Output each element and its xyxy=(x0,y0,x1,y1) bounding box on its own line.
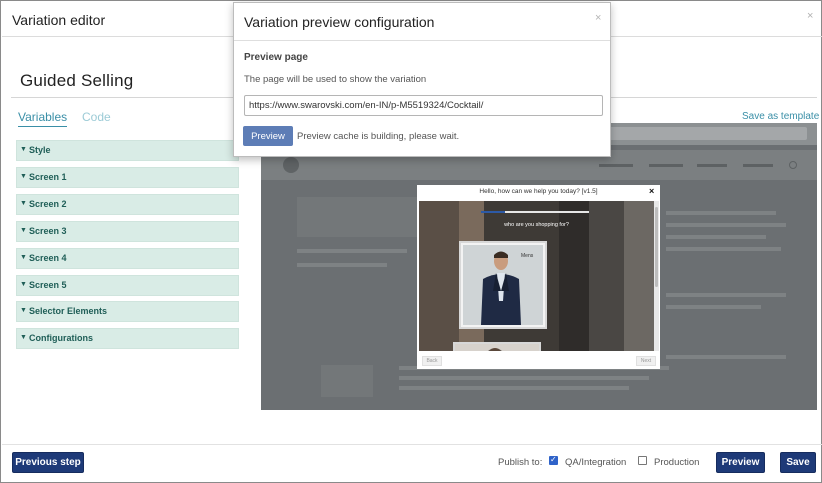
accordion-label: Screen 2 xyxy=(29,199,67,209)
popup-next-button[interactable]: Next xyxy=(636,356,656,366)
accordion-label: Selector Elements xyxy=(29,306,108,316)
guided-selling-popup: Hello, how can we help you today? [v1.5]… xyxy=(417,185,660,369)
popup-footer xyxy=(417,351,660,369)
preview-url-input[interactable] xyxy=(244,95,603,116)
tab-code[interactable]: Code xyxy=(82,110,111,124)
save-as-template-link[interactable]: Save as template xyxy=(742,111,819,122)
option-card-second[interactable] xyxy=(453,342,541,351)
chevron-down-icon: ▼ xyxy=(20,307,27,314)
chevron-down-icon: ▼ xyxy=(20,173,27,180)
chevron-down-icon: ▼ xyxy=(20,281,27,288)
accordion-label: Style xyxy=(29,145,51,155)
accordion-label: Screen 3 xyxy=(29,226,67,236)
accordion-screen-4[interactable]: ▼ Screen 4 xyxy=(16,248,239,269)
variation-editor-window: Variation editor × Guided Selling Variab… xyxy=(0,0,822,483)
accordion-screen-3[interactable]: ▼ Screen 3 xyxy=(16,221,239,242)
accordion-selector-elements[interactable]: ▼ Selector Elements xyxy=(16,301,239,322)
qa-integration-checkbox[interactable] xyxy=(549,455,558,465)
section-title: Guided Selling xyxy=(20,71,134,90)
accordion-label: Screen 1 xyxy=(29,172,67,182)
chevron-down-icon: ▼ xyxy=(20,227,27,234)
preview-button[interactable]: Preview xyxy=(716,452,765,473)
popup-back-button[interactable]: Back xyxy=(422,356,442,366)
site-logo-icon xyxy=(283,157,299,173)
chevron-down-icon: ▼ xyxy=(20,254,27,261)
previous-step-button[interactable]: Previous step xyxy=(12,452,84,473)
publish-to-label: Publish to: xyxy=(498,457,543,468)
modal-divider xyxy=(234,40,610,41)
accordion-label: Screen 5 xyxy=(29,280,67,290)
qa-integration-label: QA/Integration xyxy=(565,457,627,468)
modal-close-icon[interactable]: × xyxy=(595,12,601,24)
popup-title: Hello, how can we help you today? [v1.5] xyxy=(479,188,598,195)
accordion-screen-1[interactable]: ▼ Screen 1 xyxy=(16,167,239,188)
accordion-configurations[interactable]: ▼ Configurations xyxy=(16,328,239,349)
chevron-down-icon: ▼ xyxy=(20,200,27,207)
option-card-label: Mens xyxy=(521,253,534,259)
production-checkbox[interactable] xyxy=(638,456,647,465)
chevron-down-icon: ▼ xyxy=(20,334,27,341)
tab-variables[interactable]: Variables xyxy=(18,110,68,127)
cache-status-text: Preview cache is building, please wait. xyxy=(297,131,460,142)
woman-figure-icon xyxy=(455,344,539,351)
popup-close-icon[interactable]: × xyxy=(649,186,654,196)
accordion-screen-2[interactable]: ▼ Screen 2 xyxy=(16,194,239,215)
popup-scrollbar-thumb[interactable] xyxy=(655,207,658,287)
accordion-label: Configurations xyxy=(29,333,93,343)
production-label: Production xyxy=(654,457,700,468)
accordion-screen-5[interactable]: ▼ Screen 5 xyxy=(16,275,239,296)
progress-bar xyxy=(481,211,505,213)
modal-heading: Preview page xyxy=(244,52,308,63)
footer-divider xyxy=(2,444,822,445)
popup-body: who are you shopping for? Mens xyxy=(419,201,654,351)
modal-description: The page will be used to show the variat… xyxy=(244,74,427,85)
popup-question: who are you shopping for? xyxy=(504,222,569,228)
accordion-style[interactable]: ▼ Style xyxy=(16,140,239,161)
preview-config-modal: Variation preview configuration × Previe… xyxy=(233,2,611,157)
search-icon xyxy=(789,161,797,169)
option-card-mens[interactable]: Mens xyxy=(459,241,547,329)
accordion-label: Screen 4 xyxy=(29,253,67,263)
popup-header: Hello, how can we help you today? [v1.5]… xyxy=(417,185,660,200)
chevron-down-icon: ▼ xyxy=(20,146,27,153)
editor-close-icon[interactable]: × xyxy=(807,10,813,22)
modal-title: Variation preview configuration xyxy=(244,14,435,30)
preview-url-bar xyxy=(593,127,807,140)
editor-title: Variation editor xyxy=(12,12,106,28)
save-button[interactable]: Save xyxy=(780,452,816,473)
modal-preview-button[interactable]: Preview xyxy=(243,126,293,146)
